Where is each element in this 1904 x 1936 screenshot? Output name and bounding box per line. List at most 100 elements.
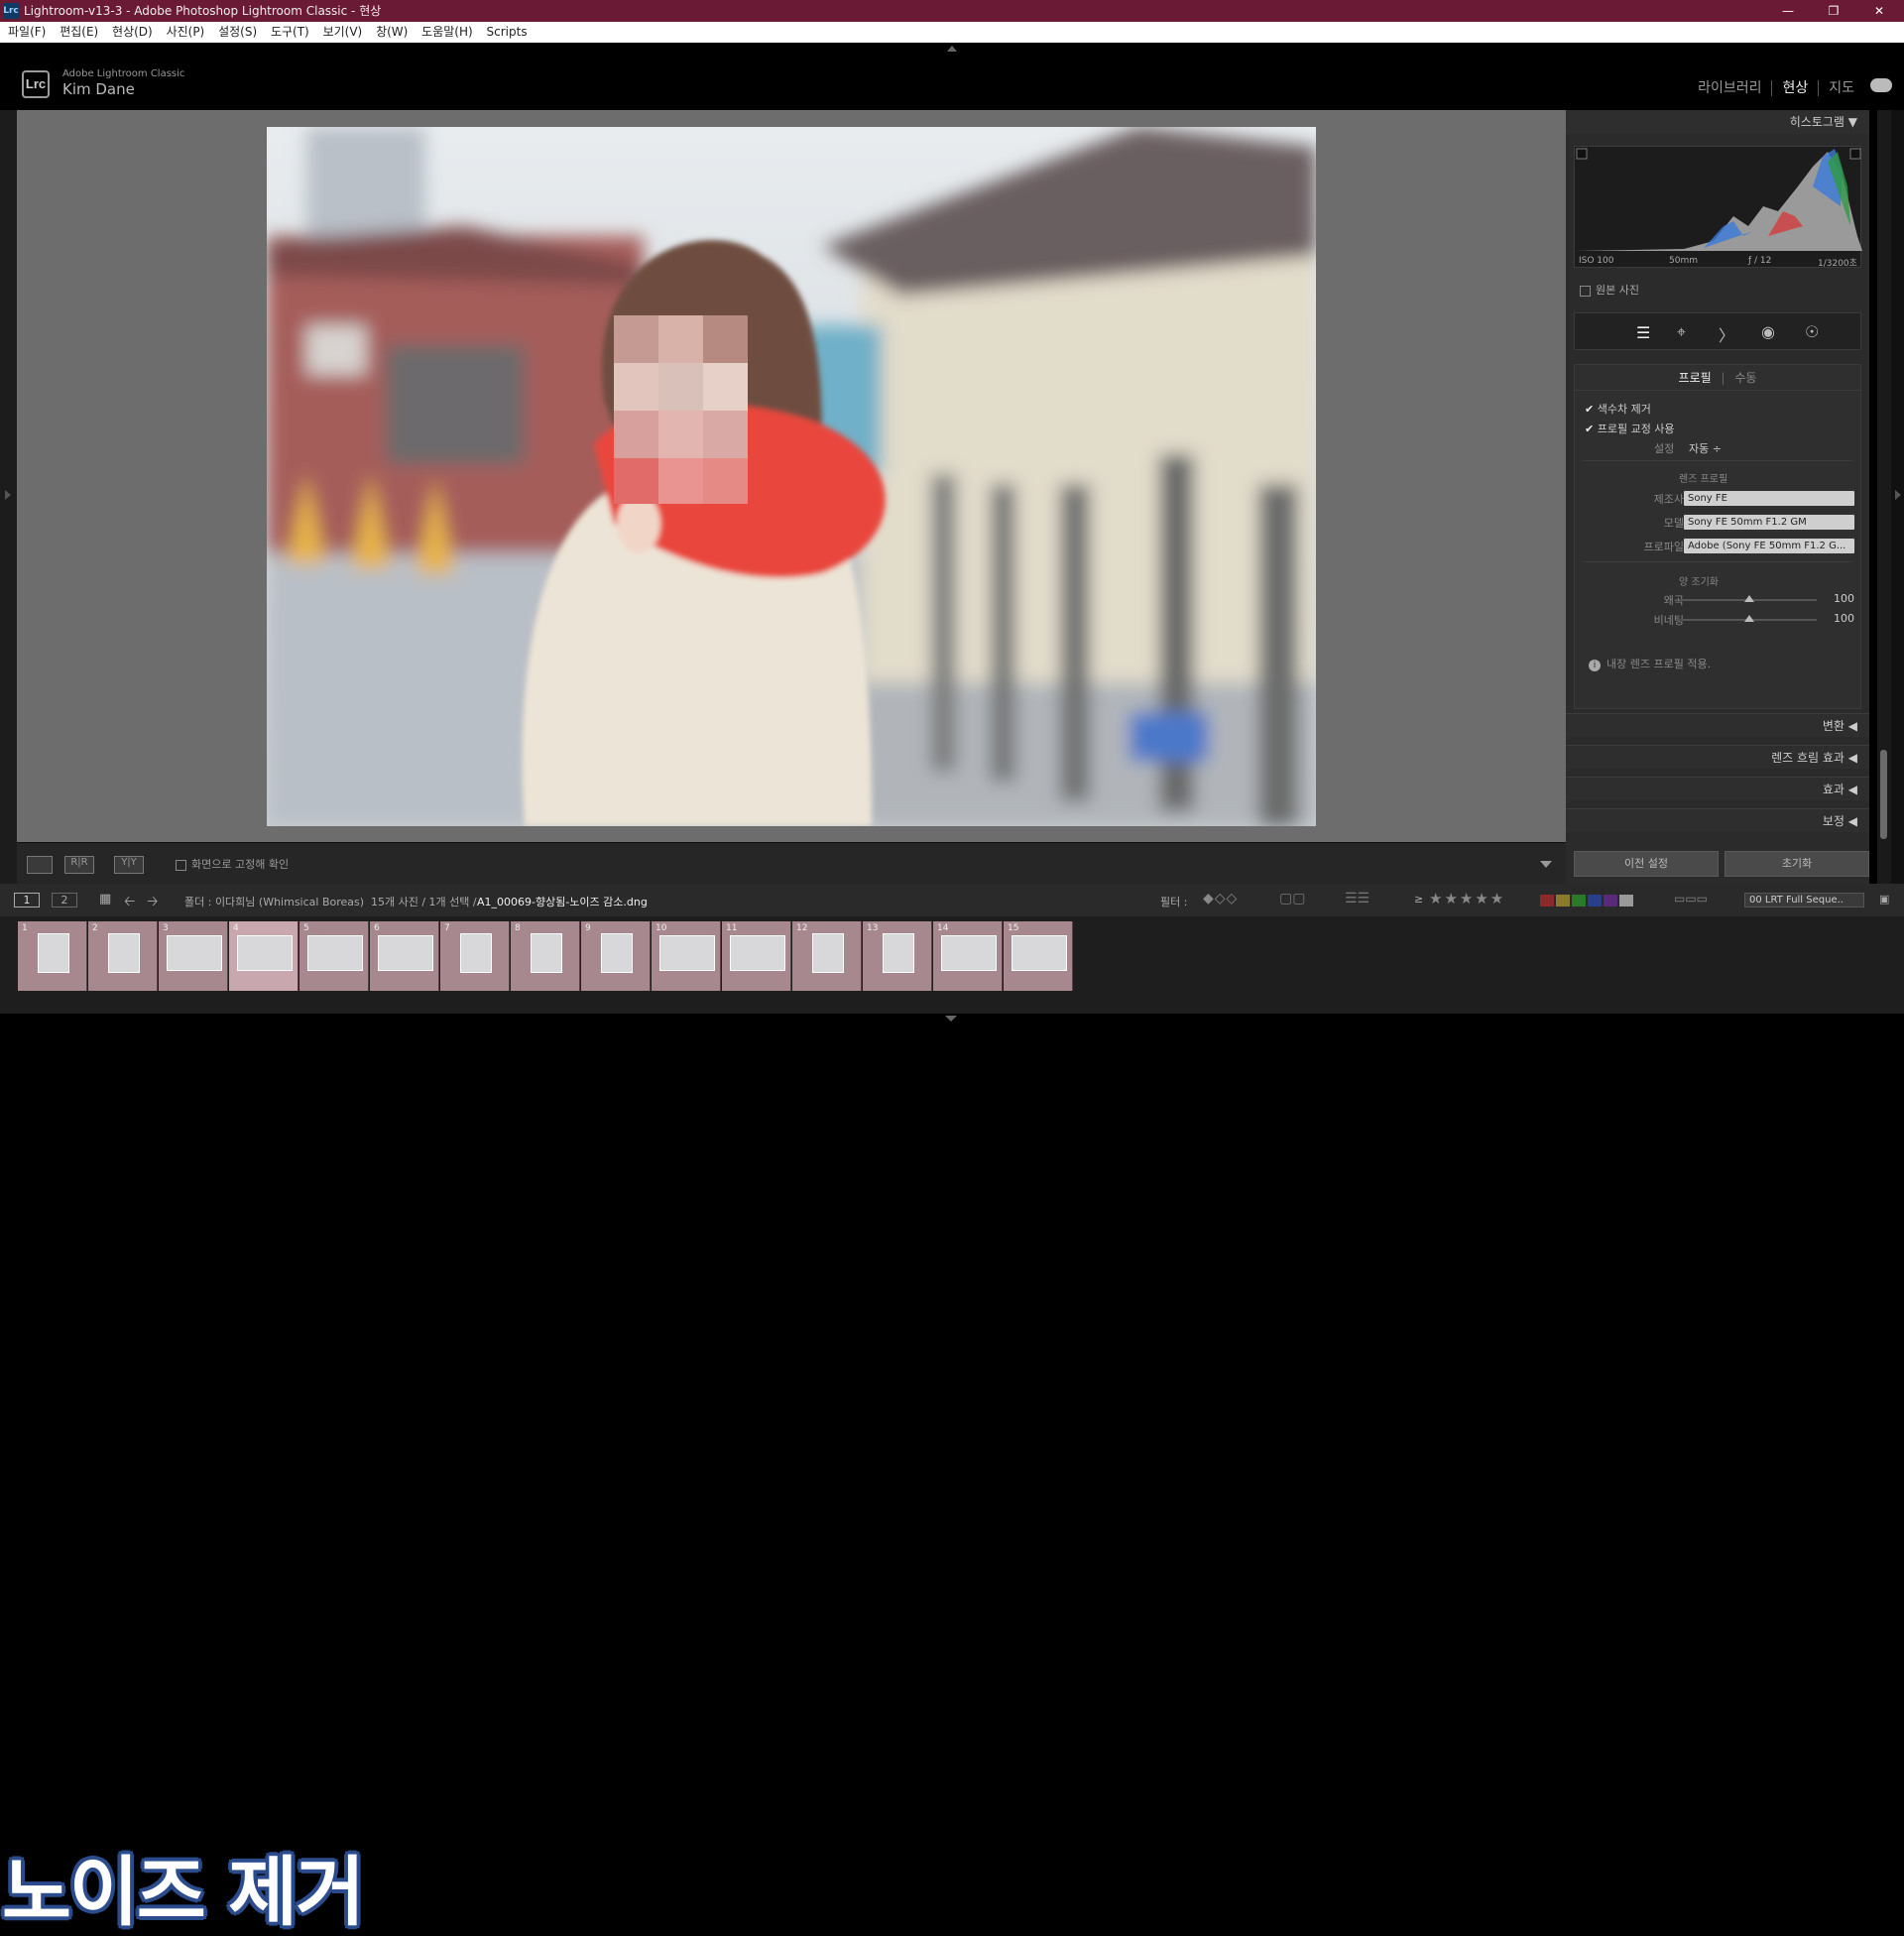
menu-settings[interactable]: 설정(S) — [218, 22, 257, 43]
filmstrip-thumb[interactable]: 13 — [863, 921, 932, 991]
forward-arrow-icon[interactable]: 🡢 — [147, 891, 158, 914]
window-1-button[interactable]: 1 — [14, 893, 40, 908]
virtual-copy-filter-icons[interactable]: ▢▢ — [1279, 891, 1305, 907]
menu-photo[interactable]: 사진(P) — [167, 22, 205, 43]
heal-eraser-icon[interactable]: 〉 — [1719, 322, 1734, 346]
filmstrip-thumb[interactable]: 6 — [370, 921, 439, 991]
tab-manual[interactable]: 수동 — [1734, 371, 1756, 385]
section-transform[interactable]: 변환 ◀ — [1566, 713, 1869, 737]
filter-lock-icon[interactable]: ▣ — [1879, 893, 1889, 906]
top-panel-toggle[interactable] — [0, 43, 1904, 55]
red-eye-icon[interactable]: ◉ — [1761, 322, 1775, 341]
section-calibration[interactable]: 보정 ◀ — [1566, 808, 1869, 832]
module-map[interactable]: 지도 — [1819, 80, 1864, 96]
thumb-index: 5 — [303, 923, 309, 933]
profile-select[interactable]: Adobe (Sony FE 50mm F1.2 G... — [1684, 539, 1854, 553]
toolbar-menu-icon[interactable] — [1540, 861, 1552, 868]
distortion-knob[interactable] — [1744, 595, 1754, 602]
menu-bar: 파일(F) 편집(E) 현상(D) 사진(P) 설정(S) 도구(T) 보기(V… — [0, 22, 1904, 43]
menu-tools[interactable]: 도구(T) — [271, 22, 309, 43]
filter-preset-icons[interactable]: ▭▭▭ — [1674, 892, 1708, 906]
masking-icon[interactable]: ☉ — [1805, 322, 1819, 341]
vignetting-value[interactable]: 100 — [1823, 612, 1854, 625]
scrollbar-thumb[interactable] — [1880, 750, 1887, 839]
model-select[interactable]: Sony FE 50mm F1.2 GM — [1684, 515, 1854, 530]
remove-ca-row[interactable]: ✔ 색수차 제거 — [1585, 401, 1651, 417]
filmstrip-thumb[interactable]: 11 — [722, 921, 791, 991]
filmstrip-thumb[interactable]: 15 — [1004, 921, 1073, 991]
menu-window[interactable]: 창(W) — [376, 22, 408, 43]
right-panel-scrollbar[interactable] — [1877, 110, 1891, 884]
cloud-sync-icon[interactable] — [1870, 78, 1892, 92]
filmstrip-thumb[interactable]: 3 — [159, 921, 228, 991]
bottom-panel-toggle[interactable] — [0, 1014, 1904, 1024]
thumb-index: 4 — [233, 923, 239, 933]
section-effects[interactable]: 효과 ◀ — [1566, 777, 1869, 800]
tab-profile[interactable]: 프로필 — [1679, 371, 1712, 385]
menu-develop[interactable]: 현상(D) — [112, 22, 153, 43]
section-lens-blur[interactable]: 렌즈 흐림 효과 ◀ — [1566, 745, 1869, 769]
window-2-button[interactable]: 2 — [52, 893, 77, 908]
maximize-button[interactable]: ❐ — [1811, 0, 1856, 22]
filmstrip-thumb[interactable]: 8 — [511, 921, 580, 991]
thumb-image — [108, 933, 140, 973]
filter-preset-select[interactable]: 00 LRT Full Seque.. — [1744, 893, 1864, 908]
menu-scripts[interactable]: Scripts — [487, 22, 528, 43]
confirm-checkbox[interactable] — [176, 859, 186, 871]
thumb-image — [38, 933, 69, 973]
right-panel: 히스토그램 ▼ ISO 100 50mm ƒ / 12 1/3200초 원본 사… — [1566, 110, 1869, 884]
original-photo-label: 원본 사진 — [1596, 284, 1639, 297]
filmstrip-thumb[interactable]: 4 — [229, 921, 298, 991]
section-lens-blur-label: 렌즈 흐림 효과 — [1771, 751, 1844, 765]
folder-source[interactable]: 폴더 : 이다희님 (Whimsical Boreas) — [184, 894, 364, 909]
make-select[interactable]: Sony FE — [1684, 491, 1854, 506]
right-panel-edge[interactable] — [1891, 110, 1904, 884]
left-panel-collapsed[interactable] — [0, 110, 17, 884]
histogram-title: 히스토그램 — [1789, 115, 1844, 129]
filmstrip-thumb[interactable]: 1 — [18, 921, 87, 991]
menu-help[interactable]: 도움말(H) — [421, 22, 473, 43]
original-checkbox[interactable] — [1580, 285, 1591, 297]
main-photo[interactable] — [267, 127, 1316, 826]
filmstrip-thumb[interactable]: 9 — [581, 921, 651, 991]
module-library[interactable]: 라이브러리 — [1688, 80, 1773, 96]
filmstrip-thumb[interactable]: 5 — [299, 921, 369, 991]
close-button[interactable]: ✕ — [1856, 0, 1902, 22]
histogram[interactable]: ISO 100 50mm ƒ / 12 1/3200초 — [1574, 146, 1862, 269]
original-photo-toggle[interactable]: 원본 사진 — [1580, 282, 1639, 298]
edit-sliders-icon[interactable]: ☰ — [1636, 323, 1650, 342]
enable-profile-row[interactable]: ✔ 프로필 교정 사용 — [1585, 421, 1675, 436]
filmstrip-thumb[interactable]: 10 — [652, 921, 721, 991]
thumb-image — [307, 935, 363, 971]
loupe-view-button[interactable] — [27, 856, 53, 874]
grid-view-icon[interactable]: ▦ — [99, 892, 111, 907]
color-label-filter[interactable] — [1540, 895, 1649, 907]
thumb-index: 14 — [937, 923, 949, 933]
selected-filename[interactable]: A1_00069-향상됨-노이즈 감소.dng — [477, 894, 648, 909]
user-name: Kim Dane — [62, 80, 135, 98]
menu-file[interactable]: 파일(F) — [8, 22, 46, 43]
minimize-button[interactable]: — — [1765, 0, 1811, 22]
histogram-header[interactable]: 히스토그램 ▼ — [1566, 110, 1869, 134]
filmstrip-thumb[interactable]: 2 — [88, 921, 158, 991]
filmstrip-thumb[interactable]: 14 — [933, 921, 1003, 991]
filmstrip-thumb[interactable]: 7 — [440, 921, 510, 991]
flag-filter-icons[interactable]: ◆◇◇ — [1203, 891, 1238, 907]
confirm-toggle[interactable]: 화면으로 고정해 확인 — [176, 856, 289, 872]
before-after-split-button[interactable]: Y|Y — [114, 856, 144, 874]
rating-operator[interactable]: ≥ — [1414, 893, 1423, 906]
module-develop[interactable]: 현상 — [1772, 80, 1820, 96]
back-arrow-icon[interactable]: 🡠 — [124, 891, 135, 914]
kind-filter-icons[interactable]: ☰☰ — [1345, 891, 1369, 907]
menu-edit[interactable]: 편집(E) — [60, 22, 98, 43]
rating-star-icons[interactable]: ★★★★★ — [1429, 890, 1505, 908]
previous-settings-button[interactable]: 이전 설정 — [1574, 851, 1719, 877]
distortion-value[interactable]: 100 — [1823, 592, 1854, 605]
setup-dropdown[interactable]: 자동 ÷ — [1689, 440, 1722, 456]
crop-icon[interactable]: ⌖ — [1677, 322, 1686, 342]
filmstrip-thumb[interactable]: 12 — [792, 921, 862, 991]
vignetting-knob[interactable] — [1744, 615, 1754, 622]
reset-button[interactable]: 초기화 — [1725, 851, 1869, 877]
before-after-button[interactable]: R|R — [64, 856, 94, 874]
menu-view[interactable]: 보기(V) — [323, 22, 363, 43]
